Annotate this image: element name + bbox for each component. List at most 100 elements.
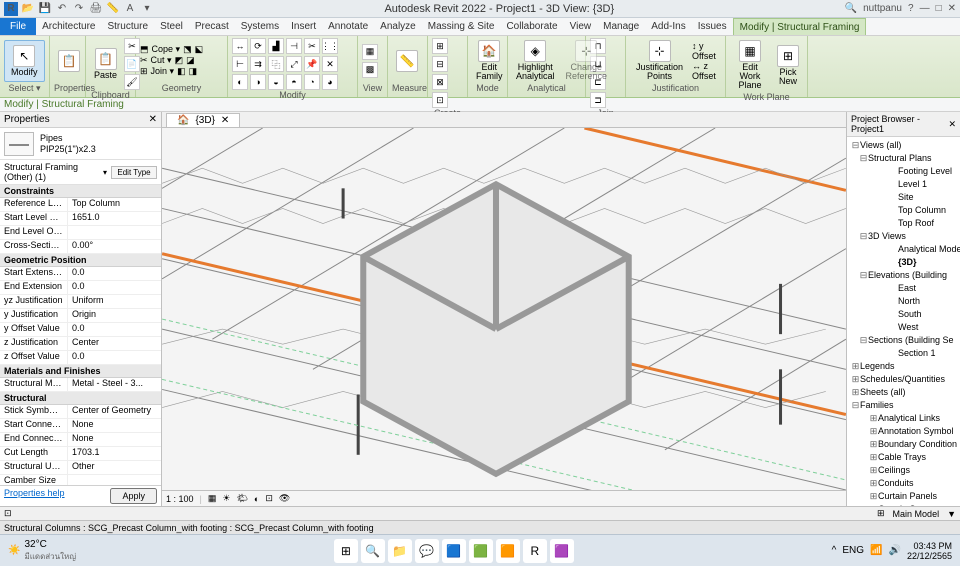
property-row[interactable]: yz JustificationUniform: [0, 295, 161, 309]
mod-icon-4[interactable]: ◓: [286, 74, 302, 90]
tree-item[interactable]: ⊞Conduits: [859, 477, 958, 490]
close-view-icon[interactable]: ✕: [221, 115, 229, 126]
property-row[interactable]: Cross-Section Rot...0.00°: [0, 240, 161, 254]
vv-icon[interactable]: 👁: [279, 493, 290, 504]
tree-item[interactable]: ⊞Cable Trays: [859, 451, 958, 464]
property-row[interactable]: z Offset Value0.0: [0, 351, 161, 365]
property-row[interactable]: Start Extension0.0: [0, 267, 161, 281]
pin-icon[interactable]: 📌: [304, 56, 320, 72]
align-icon[interactable]: ⊢: [232, 56, 248, 72]
geom-icon-4[interactable]: ◪: [186, 55, 195, 66]
property-value[interactable]: [68, 226, 161, 239]
tree-3d-views[interactable]: ⊟3D Views: [849, 230, 958, 243]
browser-tree[interactable]: ⊟Views (all) ⊟Structural Plans Footing L…: [847, 137, 960, 506]
tree-item[interactable]: ⊞Curtain Systems: [859, 503, 958, 506]
property-value[interactable]: None: [68, 433, 161, 446]
tree-item[interactable]: Level 1: [869, 178, 958, 191]
tab-analyze[interactable]: Analyze: [374, 18, 422, 35]
tab-manage[interactable]: Manage: [597, 18, 645, 35]
property-row[interactable]: y Offset Value0.0: [0, 323, 161, 337]
tab-issues[interactable]: Issues: [692, 18, 733, 35]
detail-icon[interactable]: ▦: [208, 493, 217, 504]
weather-widget[interactable]: ☀️ 32°Cมีแดดส่วนใหญ่: [8, 539, 76, 563]
rotate-icon[interactable]: ⟳: [250, 38, 266, 54]
edit-workplane-button[interactable]: ▦Edit Work Plane: [730, 38, 770, 92]
tab-file[interactable]: File: [0, 18, 36, 35]
cut-geom-icon[interactable]: ✂: [140, 55, 148, 66]
property-row[interactable]: Cut Length1703.1: [0, 447, 161, 461]
modify-button[interactable]: ↖Modify: [4, 40, 45, 82]
property-value[interactable]: Other: [68, 461, 161, 474]
crop-icon[interactable]: ⊡: [265, 493, 273, 504]
select-mode-icon[interactable]: ⊡: [4, 508, 12, 519]
property-value[interactable]: Top Column: [68, 198, 161, 211]
geom-icon-2[interactable]: ⬕: [195, 44, 204, 55]
lang-indicator[interactable]: ENG: [842, 545, 864, 556]
property-value[interactable]: 0.00°: [68, 240, 161, 253]
property-value[interactable]: 1703.1: [68, 447, 161, 460]
tree-item[interactable]: West: [869, 321, 958, 334]
help-icon[interactable]: ?: [908, 3, 914, 14]
geom-icon-3[interactable]: ◩: [175, 55, 184, 66]
minimize-icon[interactable]: —: [920, 3, 930, 14]
tree-item[interactable]: ⊞Analytical Links: [859, 412, 958, 425]
tab-modify-contextual[interactable]: Modify | Structural Framing: [733, 18, 867, 35]
pick-new-button[interactable]: ⊞Pick New: [773, 43, 803, 88]
split-icon[interactable]: ✂: [304, 38, 320, 54]
highlight-analytical-button[interactable]: ◈Highlight Analytical: [512, 38, 559, 83]
tree-item[interactable]: East: [869, 282, 958, 295]
cope-icon[interactable]: ⬒: [140, 44, 149, 55]
properties-button[interactable]: 📋: [54, 48, 84, 74]
tree-item[interactable]: North: [869, 295, 958, 308]
join-icon[interactable]: ⊞: [140, 66, 148, 77]
tree-item[interactable]: {3D}: [869, 256, 958, 269]
close-icon[interactable]: ✕: [948, 3, 956, 14]
change-reference-button[interactable]: ⊹Change Reference: [562, 38, 612, 83]
tab-insert[interactable]: Insert: [285, 18, 322, 35]
tree-root[interactable]: ⊟Views (all): [849, 139, 958, 152]
tab-systems[interactable]: Systems: [235, 18, 285, 35]
move-icon[interactable]: ↔: [232, 38, 248, 54]
chevron-up-icon[interactable]: ^: [832, 545, 837, 556]
array-icon[interactable]: ⋮⋮: [322, 38, 338, 54]
shadow-icon[interactable]: ◐: [254, 494, 259, 504]
tree-item[interactable]: Footing Level: [869, 165, 958, 178]
task-revit-icon[interactable]: R: [523, 539, 547, 563]
scale-icon[interactable]: ⤢: [286, 56, 302, 72]
tab-addins[interactable]: Add-Ins: [645, 18, 691, 35]
property-value[interactable]: 0.0: [68, 267, 161, 280]
justification-points-button[interactable]: ⊹Justification Points: [630, 38, 689, 83]
search-icon[interactable]: 🔍: [845, 3, 857, 14]
mod-icon-1[interactable]: ◐: [232, 74, 248, 90]
property-value[interactable]: 1651.0: [68, 212, 161, 225]
property-row[interactable]: z JustificationCenter: [0, 337, 161, 351]
tab-architecture[interactable]: Architecture: [36, 18, 101, 35]
tree-structural-plans[interactable]: ⊟Structural Plans: [849, 152, 958, 165]
open-icon[interactable]: 📂: [21, 2, 35, 16]
tree-item[interactable]: Site: [869, 191, 958, 204]
create-icon-3[interactable]: ⊠: [432, 74, 448, 90]
create-icon-4[interactable]: ⊡: [432, 92, 448, 108]
tab-structure[interactable]: Structure: [101, 18, 154, 35]
property-value[interactable]: Center: [68, 337, 161, 350]
view-icon-1[interactable]: ▦: [362, 44, 378, 60]
property-value[interactable]: [68, 475, 161, 485]
property-row[interactable]: Stick Symbol Loca...Center of Geometry: [0, 405, 161, 419]
visual-style-icon[interactable]: ☀: [222, 493, 230, 504]
apply-button[interactable]: Apply: [110, 488, 157, 504]
print-icon[interactable]: 🖨: [89, 2, 103, 16]
task-app-icon-1[interactable]: 🟦: [442, 539, 466, 563]
property-row[interactable]: End ConnectionNone: [0, 433, 161, 447]
volume-icon[interactable]: 🔊: [889, 545, 901, 556]
property-value[interactable]: 0.0: [68, 351, 161, 364]
task-app-icon-4[interactable]: 🟪: [550, 539, 574, 563]
filter-icon[interactable]: ▼: [947, 509, 956, 519]
join-icon-4[interactable]: ⊐: [590, 92, 606, 108]
close-browser-icon[interactable]: ✕: [948, 119, 956, 130]
create-icon-1[interactable]: ⊞: [432, 38, 448, 54]
property-row[interactable]: Structural UsageOther: [0, 461, 161, 475]
mod-icon-6[interactable]: ◕: [322, 74, 338, 90]
tree-sections[interactable]: ⊟Sections (Building Se: [849, 334, 958, 347]
property-row[interactable]: Start ConnectionNone: [0, 419, 161, 433]
geom-icon-6[interactable]: ◨: [189, 66, 198, 77]
